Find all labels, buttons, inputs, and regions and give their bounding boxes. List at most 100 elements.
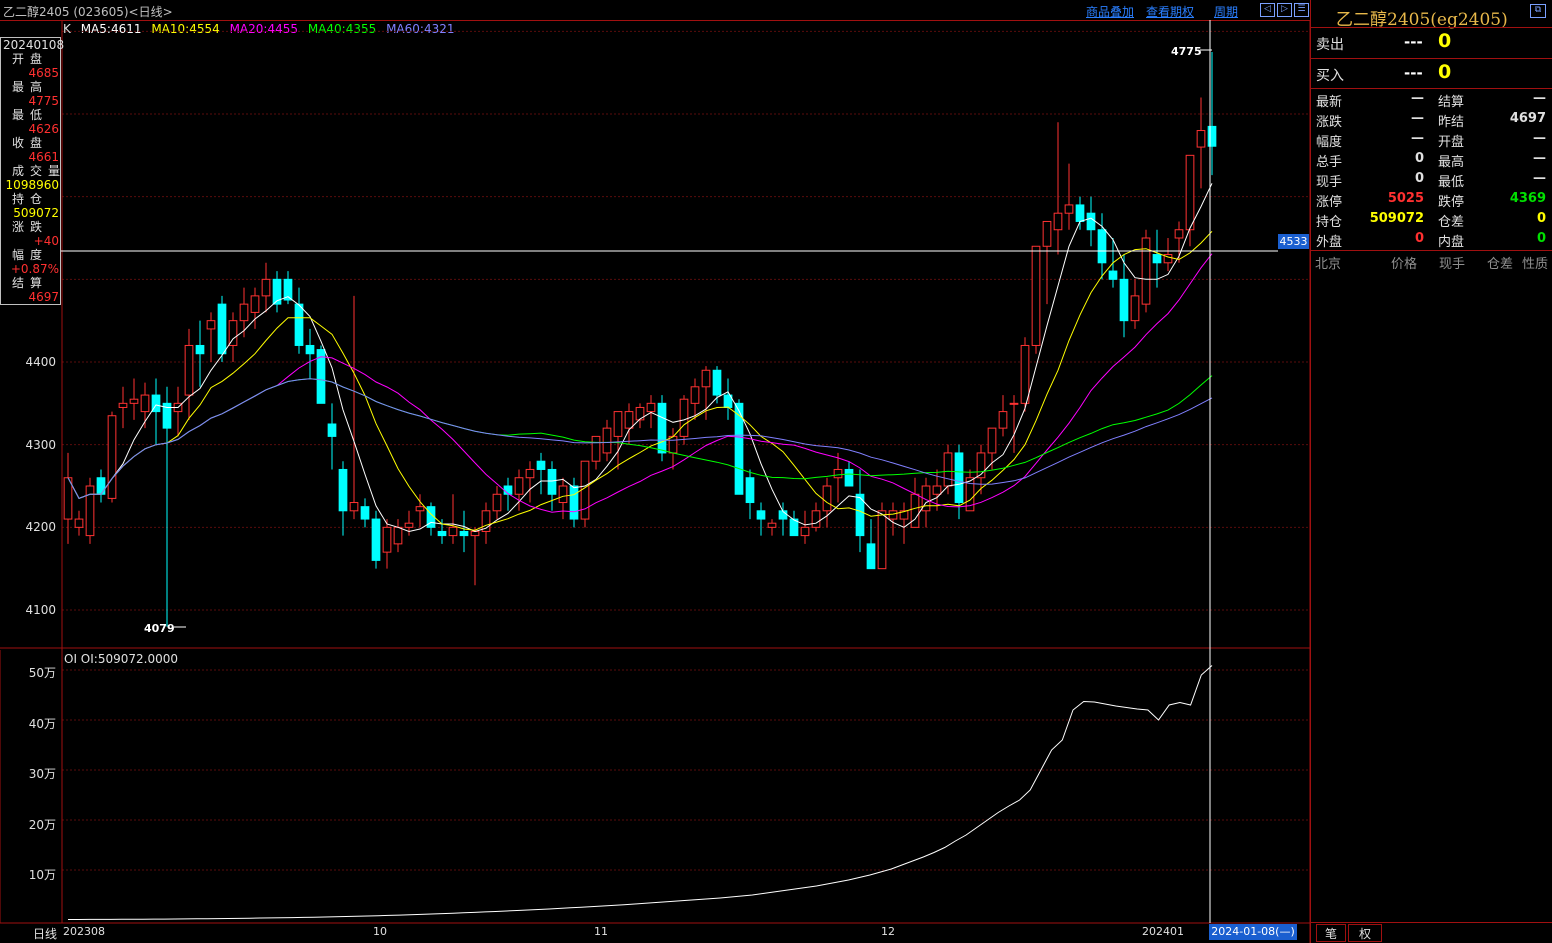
- candle-body: [140, 394, 150, 413]
- candle-body: [327, 423, 337, 437]
- candle-body: [536, 460, 546, 470]
- quote-value: 0: [1536, 231, 1546, 246]
- candle-body: [1086, 212, 1096, 231]
- ma20-line: [67, 253, 1213, 513]
- info-date: 20240108: [3, 38, 65, 52]
- period-label[interactable]: 日线: [33, 925, 57, 942]
- candle-body: [404, 522, 414, 528]
- candle-body: [239, 303, 249, 322]
- candle-body: [437, 530, 447, 537]
- candle-body: [1097, 229, 1107, 264]
- candle-body: [701, 369, 711, 388]
- candle-body: [822, 485, 832, 512]
- x-tick-10: 10: [373, 925, 387, 938]
- quote-value: —: [1411, 131, 1424, 146]
- candle-body: [85, 485, 95, 537]
- x-tick-202308: 202308: [63, 925, 105, 938]
- info-label: 开盘: [12, 52, 49, 66]
- bar-info-panel: 20240108 开盘 4685 最高 4775 最低 4626 收盘 4661 成交量 1098…: [0, 37, 65, 305]
- quote-value: 4697: [1509, 111, 1546, 126]
- candle-body: [217, 303, 227, 355]
- candle-body: [657, 402, 667, 454]
- candle-body: [767, 522, 777, 528]
- candle-body: [547, 468, 557, 495]
- candle-body: [1130, 295, 1140, 322]
- candle-body: [1042, 220, 1052, 247]
- oi-tick-10: 10万: [28, 868, 56, 882]
- candle-body: [74, 518, 84, 528]
- quote-value: —: [1411, 91, 1424, 106]
- candle-body: [877, 510, 887, 570]
- info-value: 4661: [28, 150, 59, 164]
- candle-body: [525, 468, 535, 479]
- candle-body: [1064, 204, 1074, 214]
- candle-body: [888, 510, 898, 520]
- expand-icon[interactable]: ⧉: [1530, 4, 1546, 18]
- buy-qty: 0: [1438, 61, 1452, 83]
- candle-body: [1174, 229, 1184, 239]
- candle-body: [492, 493, 502, 512]
- x-tick-12: 12: [881, 925, 895, 938]
- price-tick-4400: 4400: [25, 355, 56, 369]
- candle-body: [250, 295, 260, 313]
- sell-label: 卖出: [1316, 37, 1344, 53]
- tab-trades[interactable]: 笔: [1316, 924, 1346, 942]
- candle-body: [558, 485, 568, 504]
- info-value: 4697: [28, 290, 59, 304]
- info-value: 4626: [28, 122, 59, 136]
- candle-body: [679, 398, 689, 437]
- quote-value: 5025: [1387, 191, 1424, 206]
- candle-body: [932, 485, 942, 495]
- candle-body: [1185, 154, 1195, 231]
- cursor-date-badge: 2024-01-08(—): [1209, 924, 1297, 940]
- candle-body: [756, 510, 766, 520]
- candle-body: [646, 402, 656, 413]
- tick-header-oi-change: 仓差: [1487, 257, 1514, 272]
- candle-body: [1009, 402, 1019, 405]
- low-marker: 4079: [144, 622, 175, 635]
- candle-body: [228, 320, 238, 346]
- candle-body: [987, 427, 997, 454]
- oi-tick-30: 30万: [28, 767, 56, 781]
- candle-body: [1207, 125, 1217, 147]
- candle-body: [448, 526, 458, 537]
- candle-body: [690, 386, 700, 404]
- buy-price: ---: [1404, 64, 1423, 82]
- info-label: 收盘: [12, 136, 49, 150]
- quote-label: 总手: [1316, 155, 1343, 170]
- candle-body: [382, 526, 392, 553]
- candle-body: [338, 468, 348, 512]
- quote-label: 持仓: [1316, 215, 1343, 230]
- quote-value: 0: [1414, 151, 1424, 166]
- quote-value: 0: [1414, 231, 1424, 246]
- tick-header-volume: 现手: [1439, 257, 1466, 272]
- candle-body: [118, 402, 128, 408]
- candle-body: [1031, 245, 1041, 346]
- candle-body: [371, 518, 381, 561]
- candle-body: [580, 460, 590, 520]
- x-tick-11: 11: [594, 925, 608, 938]
- candle-body: [1108, 270, 1118, 280]
- kline-chart[interactable]: 4775 4079: [0, 0, 1310, 943]
- info-value: 509072: [13, 206, 59, 220]
- quote-value: 509072: [1369, 211, 1424, 226]
- buy-label: 买入: [1316, 68, 1344, 84]
- candle-body: [1020, 344, 1030, 404]
- candle-body: [954, 452, 964, 504]
- candle-body: [349, 502, 359, 512]
- tab-rights[interactable]: 权: [1348, 924, 1382, 942]
- candle-body: [129, 398, 139, 404]
- candle-body: [1053, 212, 1063, 231]
- candle-body: [800, 526, 810, 537]
- info-label: 结算: [12, 276, 49, 290]
- high-marker: 4775: [1171, 45, 1202, 58]
- quote-value: —: [1533, 131, 1546, 146]
- candle-body: [294, 303, 304, 346]
- ma10-line: [67, 230, 1213, 531]
- info-label: 最高: [12, 80, 49, 94]
- candle-body: [514, 477, 524, 495]
- info-value: 4685: [28, 66, 59, 80]
- candle-body: [1119, 278, 1129, 322]
- crosshair-price-badge: 4533: [1278, 234, 1309, 249]
- sell-price: ---: [1404, 33, 1423, 51]
